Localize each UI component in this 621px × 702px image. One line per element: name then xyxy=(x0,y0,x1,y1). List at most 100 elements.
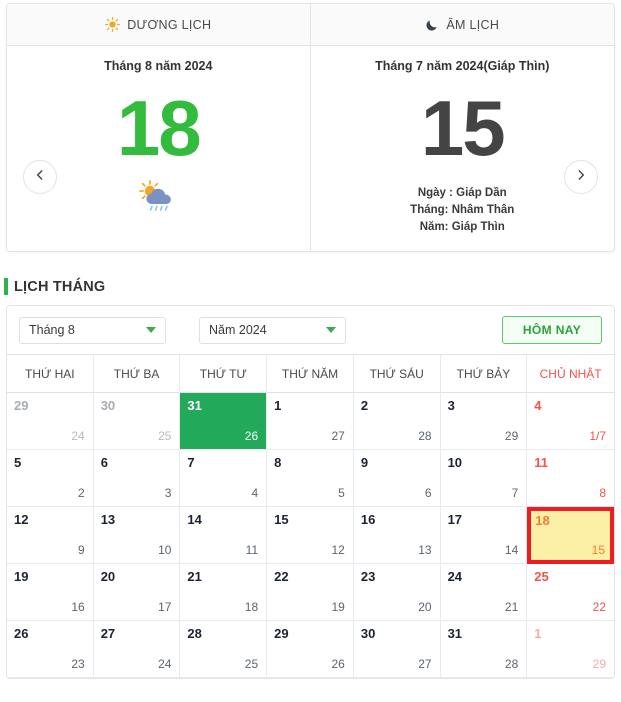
today-button[interactable]: HÔM NAY xyxy=(502,316,602,344)
tab-duong-lich[interactable]: DƯƠNG LỊCH xyxy=(7,4,311,45)
calendar-day-cell[interactable]: 85 xyxy=(267,450,354,507)
lunar-day: 18 xyxy=(244,600,259,614)
solar-day: 22 xyxy=(274,569,289,584)
chevron-down-icon xyxy=(326,327,336,333)
calendar-day-cell[interactable]: 52 xyxy=(7,450,94,507)
calendar-controls: Tháng 8 Năm 2024 HÔM NAY xyxy=(7,306,614,354)
calendar-type-tabs: DƯƠNG LỊCH ÂM LỊCH xyxy=(7,4,614,46)
calendar-day-cell[interactable]: 3 29 xyxy=(440,393,528,450)
lunar-day: 24 xyxy=(71,429,85,443)
lunar-day: 5 xyxy=(338,486,345,500)
calendar-day-cell[interactable]: 30 27 xyxy=(353,621,441,678)
lunar-day: 6 xyxy=(424,486,432,500)
lunar-date-panel: Tháng 7 năm 2024(Giáp Thìn) 15 Ngày : Gi… xyxy=(311,46,615,251)
lunar-day: 27 xyxy=(331,429,345,443)
moon-icon xyxy=(425,18,439,32)
solar-day: 17 xyxy=(447,512,463,527)
calendar-day-cell[interactable]: 31 28 xyxy=(440,621,528,678)
month-calendar-heading: LỊCH THÁNG xyxy=(4,278,621,295)
lunar-day: 26 xyxy=(331,657,345,671)
calendar-day-cell[interactable]: 30 25 xyxy=(93,393,181,450)
weekday-header: THỨ SÁU xyxy=(353,355,441,393)
calendar-day-cell[interactable]: 12 9 xyxy=(7,507,94,564)
lunar-day: 12 xyxy=(331,543,345,557)
lunar-day: 13 xyxy=(418,543,432,557)
calendar-day-cell[interactable]: 28 25 xyxy=(180,621,268,678)
weekday-header: THỨ BẢY xyxy=(440,355,528,393)
calendar-day-cell[interactable]: 25 22 xyxy=(527,564,614,621)
lunar-day: 11 xyxy=(245,543,259,557)
solar-day: 28 xyxy=(187,626,202,641)
lunar-day: 16 xyxy=(71,600,85,614)
solar-day: 29 xyxy=(274,626,289,641)
solar-day: 1 xyxy=(534,626,542,641)
calendar-day-cell[interactable]: 129 xyxy=(527,621,614,678)
page-title: LỊCH THÁNG xyxy=(14,278,106,295)
solar-day: 30 xyxy=(360,626,376,641)
calendar-day-cell[interactable]: 11 8 xyxy=(527,450,614,507)
calendar-day-cell[interactable]: 16 13 xyxy=(353,507,441,564)
year-select[interactable]: Năm 2024 xyxy=(199,316,346,344)
lunar-day: 27 xyxy=(418,657,432,671)
calendar-day-cell[interactable]: 19 16 xyxy=(7,564,94,621)
calendar-day-cell[interactable]: 17 14 xyxy=(440,507,528,564)
calendar-day-cell[interactable]: 29 26 xyxy=(267,621,354,678)
lunar-day: 28 xyxy=(418,429,432,443)
solar-day: 12 xyxy=(14,512,29,527)
calendar-day-cell[interactable]: 26 23 xyxy=(7,621,94,678)
solar-day: 30 xyxy=(100,398,116,413)
calendar-day-cell[interactable]: 1 27 xyxy=(267,393,354,450)
calendar-day-cell[interactable]: 21 18 xyxy=(180,564,268,621)
year-select-value: Năm 2024 xyxy=(209,323,267,337)
tab-duong-lich-label: DƯƠNG LỊCH xyxy=(127,17,212,32)
calendar-day-cell[interactable]: 29 24 xyxy=(7,393,94,450)
weekday-header: CHỦ NHẬT xyxy=(527,355,614,393)
chevron-down-icon xyxy=(146,327,156,333)
solar-day: 29 xyxy=(14,398,29,413)
solar-day-number: 18 xyxy=(116,84,202,172)
calendar-day-cell[interactable]: 24 21 xyxy=(440,564,528,621)
calendar-day-cell[interactable]: 96 xyxy=(353,450,441,507)
lunar-detail-year: Năm: Giáp Thìn xyxy=(419,221,505,233)
next-day-button[interactable] xyxy=(564,160,598,194)
solar-day: 5 xyxy=(14,455,22,470)
solar-day: 11 xyxy=(534,455,549,470)
solar-day: 19 xyxy=(14,569,29,584)
sun-icon xyxy=(105,17,121,32)
calendar-day-cell[interactable]: 20 17 xyxy=(93,564,181,621)
lunar-day: 19 xyxy=(331,600,345,614)
calendar-day-cell[interactable]: 10 7 xyxy=(440,450,528,507)
solar-day: 25 xyxy=(534,569,549,584)
calendar-day-cell[interactable]: 14 11 xyxy=(180,507,268,564)
calendar-day-cell[interactable]: 27 24 xyxy=(93,621,181,678)
weekday-header: THỨ TƯ xyxy=(180,355,268,393)
weather-icon-wrap xyxy=(7,179,310,222)
calendar-day-cell[interactable]: 63 xyxy=(93,450,181,507)
lunar-day: 3 xyxy=(164,486,172,500)
month-select[interactable]: Tháng 8 xyxy=(19,316,166,344)
lunar-detail-list: Ngày : Giáp Dần Tháng: Nhâm Thân Năm: Gi… xyxy=(311,185,615,236)
tab-am-lich[interactable]: ÂM LỊCH xyxy=(310,4,614,45)
calendar-day-cell[interactable]: 74 xyxy=(180,450,268,507)
lunar-day: 1/7 xyxy=(589,429,606,443)
solar-day: 31 xyxy=(447,626,463,641)
solar-day: 15 xyxy=(274,512,289,527)
calendar-day-cell[interactable]: 15 12 xyxy=(267,507,354,564)
lunar-day: 17 xyxy=(158,600,172,614)
calendar-day-cell[interactable]: 13 10 xyxy=(93,507,181,564)
lunar-day: 9 xyxy=(78,543,85,557)
solar-date-panel: Tháng 8 năm 2024 18 xyxy=(7,46,311,251)
weekday-header: THỨ BA xyxy=(93,355,181,393)
lunar-day: 22 xyxy=(592,600,606,614)
month-select-value: Tháng 8 xyxy=(29,323,75,337)
calendar-day-cell[interactable]: 4 1/7 xyxy=(527,393,614,450)
calendar-grid: THỨ HAI THỨ BA THỨ TƯ THỨ NĂM THỨ SÁU THỨ BẢY… xyxy=(7,354,614,678)
calendar-day-cell[interactable]: 22 19 xyxy=(267,564,354,621)
calendar-day-cell[interactable]: 18 15 xyxy=(527,507,614,564)
calendar-day-cell[interactable]: 31 26 xyxy=(180,393,268,450)
calendar-day-cell[interactable]: 2 28 xyxy=(353,393,441,450)
solar-day: 6 xyxy=(100,455,108,470)
lunar-day: 26 xyxy=(244,429,259,443)
solar-day: 3 xyxy=(447,398,455,413)
calendar-day-cell[interactable]: 23 20 xyxy=(353,564,441,621)
